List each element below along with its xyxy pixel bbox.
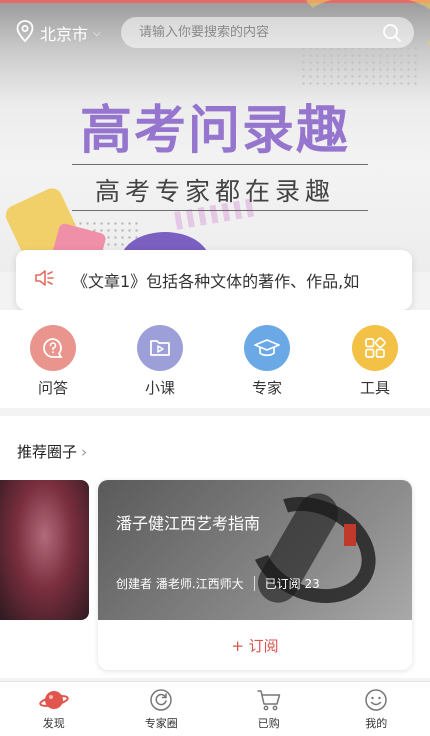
banner-divider <box>72 210 368 211</box>
nav-label: 已购 <box>257 717 280 730</box>
category-label: 工具 <box>359 379 390 397</box>
nav-label: 我的 <box>365 717 388 730</box>
recommend-header[interactable]: 推荐圈子 › <box>17 441 87 462</box>
speaker-icon <box>34 268 56 292</box>
nav-label: 专家圈 <box>144 717 178 730</box>
location-label: 北京市 <box>40 25 89 44</box>
tools-grid-icon <box>352 325 398 371</box>
smiley-icon <box>364 687 388 713</box>
chevron-down-icon: ⌵ <box>93 27 101 39</box>
banner-decoration-dots <box>300 45 420 85</box>
card-title: 潘子健江西艺考指南 <box>116 514 261 533</box>
search-icon[interactable] <box>382 23 402 47</box>
cart-icon <box>256 687 282 713</box>
qa-icon <box>30 325 76 371</box>
category-mini-course[interactable]: 小课 <box>125 325 195 398</box>
card-subscribed-count: 已订阅 23 <box>264 577 320 591</box>
category-label: 小课 <box>144 379 175 397</box>
search-bar[interactable] <box>121 17 414 48</box>
subscribe-button[interactable]: + 订阅 <box>98 620 412 670</box>
nav-mine[interactable]: 我的 <box>323 682 430 736</box>
recommend-section: 推荐圈子 › 潘子健江西艺考指南 创建者 潘老师.江西师大 已订阅 23 + 订… <box>0 416 430 678</box>
planet-icon <box>39 687 69 713</box>
chevron-right-icon: › <box>81 442 88 461</box>
notice-bar[interactable]: 《文章1》包括各种文体的著作、作品,如 <box>16 250 412 310</box>
red-seal-decoration <box>344 524 356 546</box>
banner-divider <box>72 164 368 165</box>
nav-label: 发现 <box>42 717 65 730</box>
graduation-cap-icon <box>244 325 290 371</box>
category-tools[interactable]: 工具 <box>340 325 410 398</box>
nav-purchased[interactable]: 已购 <box>215 682 323 736</box>
notice-text: 《文章1》包括各种文体的著作、作品,如 <box>72 272 360 291</box>
card-creator: 创建者 潘老师.江西师大 <box>116 577 244 591</box>
location-pin-icon <box>16 20 34 46</box>
video-folder-icon <box>137 325 183 371</box>
banner-title: 高考问录趣 <box>79 101 350 161</box>
card-cover-image: 潘子健江西艺考指南 创建者 潘老师.江西师大 已订阅 23 <box>98 480 412 623</box>
category-label: 问答 <box>37 379 68 397</box>
card-meta: 创建者 潘老师.江西师大 已订阅 23 <box>116 575 320 592</box>
bottom-nav: 发现 专家圈 已购 我的 <box>0 681 430 736</box>
category-expert[interactable]: 专家 <box>232 325 302 398</box>
category-qa[interactable]: 问答 <box>18 325 88 398</box>
category-grid: 问答 小课 专家 工具 <box>0 310 430 408</box>
nav-expert-circle[interactable]: 专家圈 <box>108 682 216 736</box>
category-label: 专家 <box>251 379 282 397</box>
nav-discover[interactable]: 发现 <box>0 682 108 736</box>
location-selector[interactable]: 北京市 ⌵ <box>16 20 101 46</box>
banner-subtitle: 高考专家都在录趣 <box>94 177 335 206</box>
search-input[interactable] <box>139 25 369 40</box>
meta-divider <box>253 576 255 591</box>
circle-card[interactable]: 潘子健江西艺考指南 创建者 潘老师.江西师大 已订阅 23 + 订阅 <box>98 480 412 670</box>
section-title: 推荐圈子 <box>17 443 78 461</box>
circle-card-partial[interactable] <box>0 480 89 620</box>
circle-refresh-icon <box>149 687 173 713</box>
